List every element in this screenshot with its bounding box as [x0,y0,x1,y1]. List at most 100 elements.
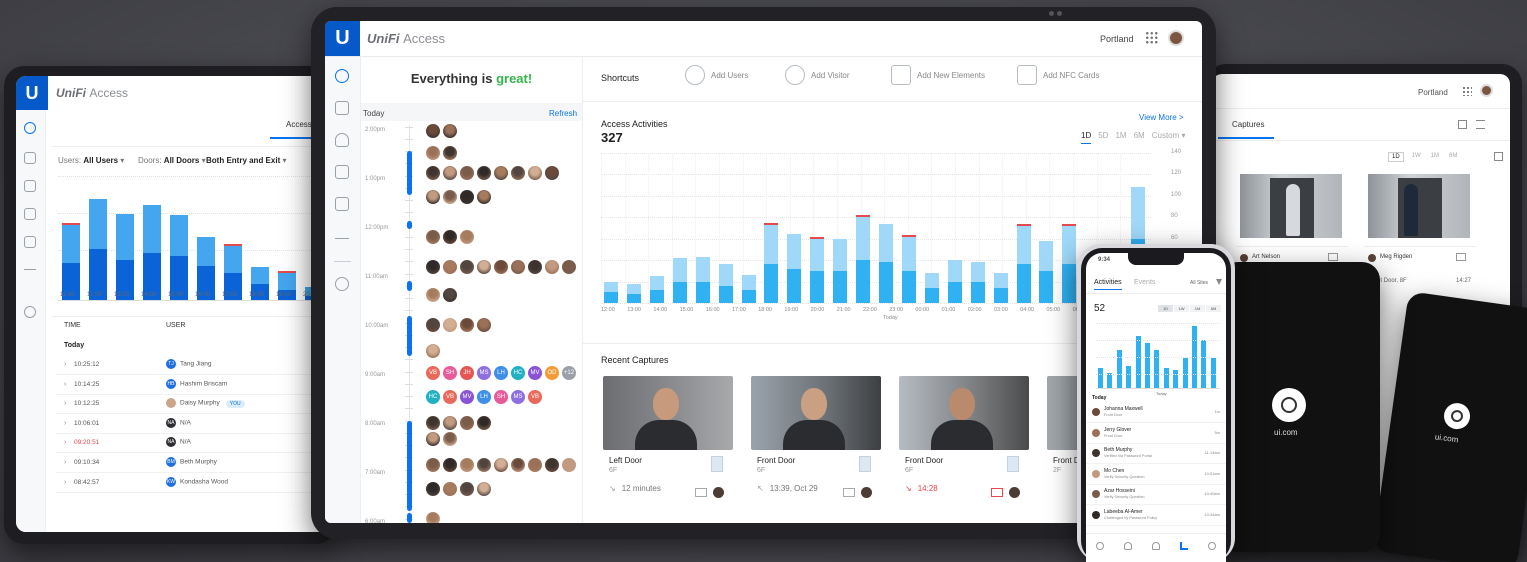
user-photo-avatar[interactable] [442,165,458,181]
shortcut-item[interactable]: Add Users [685,65,748,85]
capture-photo[interactable] [603,376,733,450]
settings-icon[interactable] [24,306,36,318]
list-item[interactable]: Johanna Maxwell Front Door 1m [1086,403,1226,423]
user-initials-avatar[interactable]: MS [476,365,492,381]
stats-icon[interactable] [1180,541,1188,550]
user-initials-avatar[interactable]: SH [493,389,509,405]
user-photo-avatar[interactable] [493,165,509,181]
user-photo-avatar[interactable] [459,165,475,181]
expand-chevron-icon[interactable]: › [64,361,66,368]
user-photo-avatar[interactable] [459,229,475,245]
user-photo-avatar[interactable] [476,189,492,205]
shortcut-item[interactable]: Add Visitor [785,65,850,85]
camera-icon[interactable] [24,236,36,248]
list-item[interactable]: Mo Chen Verify Security Question 10:51am [1086,465,1226,485]
list-item[interactable]: Azar Hosseini Verify Security Question 10:… [1086,485,1226,505]
user-photo-avatar[interactable] [425,481,441,497]
activity-icon[interactable] [24,264,36,270]
user-photo-avatar[interactable] [425,287,441,303]
user-initials-avatar[interactable]: LH [476,389,492,405]
user-photo-avatar[interactable] [527,165,543,181]
table-row[interactable]: › 09:20:51 NA N/A [56,434,326,454]
user-photo-avatar[interactable] [442,145,458,161]
user-initials-avatar[interactable]: VB [425,365,441,381]
user-photo-avatar[interactable] [425,431,441,447]
capture-photo[interactable] [899,376,1029,450]
user-initials-avatar[interactable]: LH [493,365,509,381]
tab-captures[interactable]: Captures [1218,120,1274,139]
user-photo-avatar[interactable] [459,481,475,497]
user-photo-avatar[interactable] [425,145,441,161]
user-initials-avatar[interactable]: VB [442,389,458,405]
user-photo-avatar[interactable] [459,415,475,431]
expand-chevron-icon[interactable]: › [64,400,66,407]
table-row[interactable]: › 10:25:12 TJ Tang Jiang [56,356,326,375]
dashboard-icon[interactable] [1096,541,1104,550]
shortcut-item[interactable]: Add New Elements [891,65,985,85]
user-initials-avatar[interactable]: MV [459,389,475,405]
user-photo-avatar[interactable] [476,457,492,473]
camera-icon[interactable] [335,197,349,211]
user-initials-avatar[interactable]: OD [544,365,560,381]
user-photo-avatar[interactable] [459,189,475,205]
user-photo-avatar[interactable] [459,317,475,333]
user-photo-avatar[interactable] [425,123,441,139]
user-photo-avatar[interactable] [442,431,458,447]
user-initials-avatar[interactable]: HC [510,365,526,381]
range-option[interactable]: 6M [1134,131,1145,144]
table-row[interactable]: › 10:12:25 Daisy Murphy YOU [56,395,326,415]
location-label[interactable]: Portland [1418,88,1448,97]
user-photo-avatar[interactable] [442,259,458,275]
user-photo-avatar[interactable] [442,123,458,139]
capture-photo[interactable] [751,376,881,450]
door-icon[interactable] [24,152,36,164]
apps-grid-icon[interactable] [1462,86,1472,96]
bell-icon[interactable] [1152,541,1160,550]
settings-icon[interactable] [1208,541,1216,550]
user-photo-avatar[interactable] [476,481,492,497]
user-photo-avatar[interactable] [442,287,458,303]
user-photo-avatar[interactable] [442,189,458,205]
range-option[interactable]: 1M [1429,152,1441,162]
apps-grid-icon[interactable] [1145,31,1158,44]
range-option[interactable]: 1D [1388,152,1404,162]
activity-segment[interactable] [407,316,412,356]
user-photo-avatar[interactable] [425,229,441,245]
unifi-logo[interactable]: U [16,76,48,110]
range-option[interactable]: 5D [1098,131,1108,144]
activity-segment[interactable] [407,513,412,523]
range-option[interactable]: 1W [1174,305,1189,312]
dashboard-icon[interactable] [24,122,36,134]
user-photo-avatar[interactable] [442,481,458,497]
user-initials-avatar[interactable]: JH [459,365,475,381]
user-photo-avatar[interactable] [425,317,441,333]
table-row[interactable]: › 08:42:57 KW Kondasha Wood [56,474,326,493]
list-view-icon[interactable] [1476,120,1485,129]
users-icon[interactable] [335,133,349,147]
user-photo-avatar[interactable] [425,415,441,431]
range-option[interactable]: 1M [1115,131,1126,144]
filter-doors[interactable]: Doors: All Doors ▾ [138,156,206,165]
user-photo-avatar[interactable] [493,259,509,275]
user-photo-avatar[interactable] [476,259,492,275]
dashboard-icon[interactable] [335,69,349,83]
user-initials-avatar[interactable]: MV [527,365,543,381]
activity-segment[interactable] [407,281,412,291]
user-initials-avatar[interactable]: HC [425,389,441,405]
user-photo-avatar[interactable] [442,415,458,431]
filter-users[interactable]: Users: All Users ▾ [58,156,124,165]
visitor-icon[interactable] [335,165,349,179]
user-photo-avatar[interactable] [425,457,441,473]
expand-chevron-icon[interactable]: › [64,420,66,427]
list-item[interactable]: Labeeba Al-Amer Challenged by Password Po… [1086,506,1226,526]
expand-chevron-icon[interactable]: › [64,479,66,486]
tab-events[interactable]: Events [1134,279,1155,286]
user-photo-avatar[interactable] [476,317,492,333]
user-photo-avatar[interactable] [442,229,458,245]
range-option[interactable]: 6M [1447,152,1459,162]
visitor-icon[interactable] [24,208,36,220]
capture-card[interactable]: Front Door 6F ↖ 13:39, Oct 29 [751,376,881,498]
user-photo-avatar[interactable] [425,259,441,275]
user-photo-avatar[interactable] [510,457,526,473]
expand-chevron-icon[interactable]: › [64,459,66,466]
